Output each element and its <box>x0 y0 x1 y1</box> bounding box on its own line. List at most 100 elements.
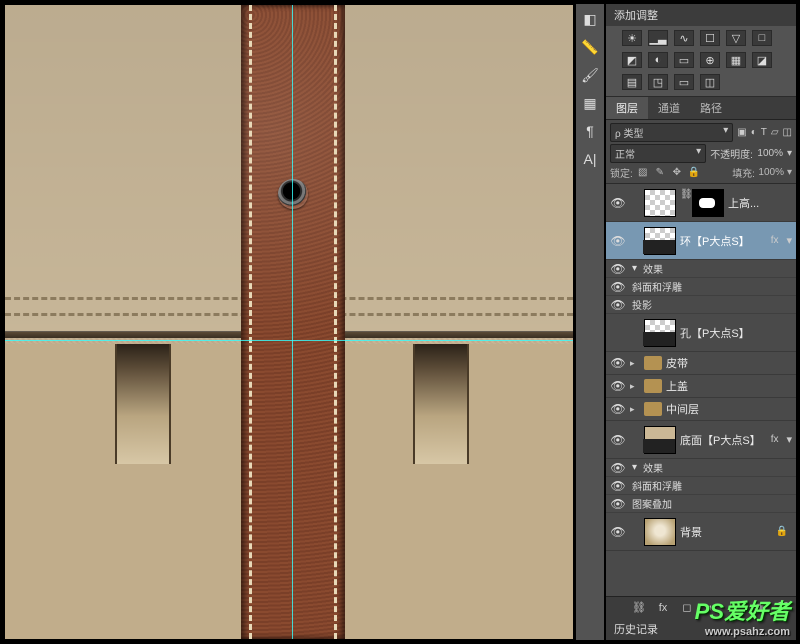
delete-layer-icon[interactable]: 🗑 <box>776 601 790 614</box>
effect-row[interactable]: 👁 ▾效果 <box>606 260 796 278</box>
fx-badge[interactable]: fx <box>767 434 783 445</box>
lock-transparent-icon[interactable]: ▨ <box>636 166 650 180</box>
add-fx-icon[interactable]: fx <box>656 602 670 614</box>
layer-name[interactable]: 上高... <box>728 195 792 211</box>
visibility-toggle[interactable]: 👁 <box>610 262 626 276</box>
layer-name[interactable]: 孔【P大点S】 <box>680 325 792 341</box>
adj-bw-icon[interactable]: ◐ <box>648 52 668 68</box>
layer-thumb[interactable] <box>644 227 676 255</box>
visibility-toggle[interactable]: 👁 <box>610 234 626 248</box>
fx-expand-icon[interactable]: ▾ <box>786 433 792 446</box>
layer-thumb[interactable] <box>644 426 676 454</box>
layer-name[interactable]: 皮带 <box>666 355 792 371</box>
visibility-toggle[interactable]: 👁 <box>610 379 626 393</box>
adj-lookup-icon[interactable]: ▦ <box>726 52 746 68</box>
layer-row[interactable]: 👁 ⛓ 上高... <box>606 184 796 222</box>
layer-row[interactable]: 👁 环【P大点S】 fx ▾ <box>606 222 796 260</box>
paragraph-icon[interactable]: ¶ <box>579 120 601 142</box>
layer-group-row[interactable]: 👁 ▸ 中间层 <box>606 398 796 421</box>
layer-mask-thumb[interactable] <box>692 189 724 217</box>
layer-group-row[interactable]: 👁 ▸ 上盖 <box>606 375 796 398</box>
effect-row[interactable]: 👁 ▾效果 <box>606 459 796 477</box>
layer-name[interactable]: 背景 <box>680 524 768 540</box>
adj-brightness-icon[interactable]: ☀ <box>622 30 642 46</box>
adj-selective-icon[interactable]: ◫ <box>700 74 720 90</box>
fill-value[interactable]: 100% <box>758 167 784 178</box>
new-group-icon[interactable]: 🗀 <box>728 598 742 617</box>
adj-curves-icon[interactable]: ∿ <box>674 30 694 46</box>
layer-row[interactable]: 👁 背景 🔒 <box>606 513 796 551</box>
adj-levels-icon[interactable]: ▁▃ <box>648 30 668 46</box>
filter-smart-icon[interactable]: ◫ <box>783 127 792 138</box>
visibility-toggle[interactable]: 👁 <box>610 433 626 447</box>
visibility-toggle[interactable]: 👁 <box>610 298 626 312</box>
lock-position-icon[interactable]: ✥ <box>670 166 684 180</box>
tab-channels[interactable]: 通道 <box>648 97 690 119</box>
add-mask-icon[interactable]: ◻ <box>680 601 694 614</box>
adj-exposure-icon[interactable]: ☐ <box>700 30 720 46</box>
visibility-toggle[interactable]: 👁 <box>610 461 626 475</box>
adj-photo-filter-icon[interactable]: ▭ <box>674 52 694 68</box>
fill-flyout-icon[interactable]: ▾ <box>787 167 792 178</box>
fx-badge[interactable]: fx <box>767 235 783 246</box>
tab-paths[interactable]: 路径 <box>690 97 732 119</box>
layer-thumb[interactable] <box>644 319 676 347</box>
adj-invert-icon[interactable]: ◪ <box>752 52 772 68</box>
character-icon[interactable]: A| <box>579 148 601 170</box>
adj-mixer-icon[interactable]: ⊕ <box>700 52 720 68</box>
fx-expand-icon[interactable]: ▾ <box>786 234 792 247</box>
new-adjustment-icon[interactable]: ◐ <box>704 602 718 614</box>
adj-vibrance-icon[interactable]: ▽ <box>726 30 746 46</box>
history-panel-title[interactable]: 历史记录 <box>606 618 796 640</box>
visibility-toggle[interactable]: 👁 <box>610 525 626 539</box>
guide-vertical[interactable] <box>292 5 293 639</box>
lock-all-icon[interactable]: 🔒 <box>687 166 701 180</box>
blend-mode-select[interactable]: 正常▾ <box>610 144 706 163</box>
visibility-toggle[interactable]: 👁 <box>610 280 626 294</box>
brush-preset-icon[interactable]: 🖌 <box>579 64 601 86</box>
group-expand-icon[interactable]: ▸ <box>630 404 640 415</box>
layer-name[interactable]: 中间层 <box>666 401 792 417</box>
visibility-toggle[interactable]: 👁 <box>610 479 626 493</box>
adj-hue-icon[interactable]: □ <box>752 30 772 46</box>
new-layer-icon[interactable]: ▣ <box>752 601 766 614</box>
layer-group-row[interactable]: 👁 ▸ 皮带 <box>606 352 796 375</box>
document-canvas[interactable] <box>4 4 574 640</box>
visibility-toggle[interactable]: 👁 <box>610 497 626 511</box>
visibility-toggle[interactable]: 👁 <box>610 196 626 210</box>
layer-thumb[interactable] <box>644 518 676 546</box>
guide-horizontal[interactable] <box>5 340 573 341</box>
effect-row[interactable]: 👁 斜面和浮雕 <box>606 278 796 296</box>
swatches-icon[interactable]: ▦ <box>579 92 601 114</box>
effect-row[interactable]: 👁 投影 <box>606 296 796 314</box>
visibility-toggle[interactable]: 👁 <box>610 356 626 370</box>
effect-row[interactable]: 👁 斜面和浮雕 <box>606 477 796 495</box>
adj-gradient-map-icon[interactable]: ▭ <box>674 74 694 90</box>
lock-paint-icon[interactable]: ✎ <box>653 166 667 180</box>
opacity-flyout-icon[interactable]: ▾ <box>787 148 792 159</box>
adj-posterize-icon[interactable]: ▤ <box>622 74 642 90</box>
filter-adj-icon[interactable]: ◐ <box>751 127 757 138</box>
opacity-value[interactable]: 100% <box>757 148 783 159</box>
group-expand-icon[interactable]: ▸ <box>630 381 640 392</box>
visibility-toggle[interactable]: 👁 <box>610 402 626 416</box>
layer-filter-kind[interactable]: ρ 类型▾ <box>610 123 733 142</box>
layer-row[interactable]: 孔【P大点S】 <box>606 314 796 352</box>
filter-shape-icon[interactable]: ▱ <box>771 127 779 138</box>
layer-name[interactable]: 底面【P大点S】 <box>680 432 763 448</box>
filter-pixel-icon[interactable]: ▣ <box>737 127 746 138</box>
panel-icon[interactable]: ◧ <box>579 8 601 30</box>
layer-name[interactable]: 环【P大点S】 <box>680 233 763 249</box>
ruler-icon[interactable]: 📏 <box>579 36 601 58</box>
group-expand-icon[interactable]: ▸ <box>630 358 640 369</box>
tab-layers[interactable]: 图层 <box>606 97 648 119</box>
layer-name[interactable]: 上盖 <box>666 378 792 394</box>
layers-list[interactable]: 👁 ⛓ 上高... 👁 环【P大点S】 fx ▾ 👁 ▾效果 👁 斜面和浮雕 👁… <box>606 184 796 596</box>
link-icon[interactable]: ⛓ <box>680 189 688 217</box>
adj-threshold-icon[interactable]: ◳ <box>648 74 668 90</box>
layer-row[interactable]: 👁 底面【P大点S】 fx ▾ <box>606 421 796 459</box>
effect-row[interactable]: 👁 图案叠加 <box>606 495 796 513</box>
link-layers-icon[interactable]: ⛓ <box>632 601 646 614</box>
layer-thumb[interactable] <box>644 189 676 217</box>
adj-balance-icon[interactable]: ◩ <box>622 52 642 68</box>
